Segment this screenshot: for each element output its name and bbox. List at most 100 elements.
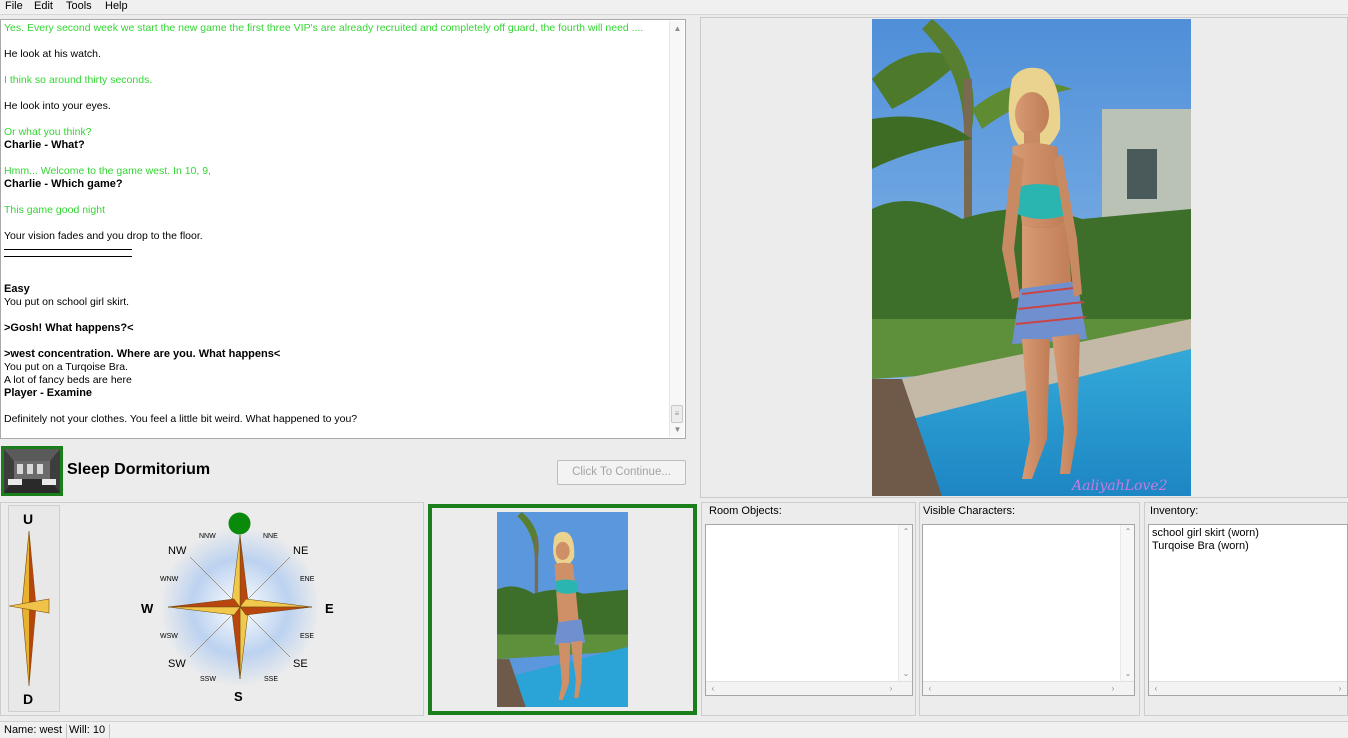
inventory-panel: Inventory: school girl skirt (worn) Turq… [1144, 502, 1348, 716]
story-text: Yes. Every second week we start the new … [4, 22, 668, 436]
story-spacer [4, 191, 668, 204]
character-picture: AaliyahLove2 [872, 19, 1191, 496]
story-spacer [4, 113, 668, 126]
story-line: >Gosh! What happens?< [4, 322, 134, 334]
location-thumbnail[interactable] [1, 446, 63, 496]
story-line: Hmm... Welcome to the game west. In 10, … [4, 165, 211, 177]
scroll-up-icon[interactable]: ⌃ [1121, 525, 1135, 539]
dormitory-image [4, 449, 60, 493]
room-objects-list[interactable]: ⌃ ⌄ ‹ › [705, 524, 913, 696]
scroll-up-icon[interactable]: ⌃ [899, 525, 913, 539]
inventory-hscroll[interactable]: ‹ › [1149, 681, 1347, 695]
story-spacer [4, 61, 668, 74]
story-line: This game good night [4, 204, 105, 216]
story-line: Charlie - What? [4, 139, 85, 151]
visible-characters-panel: Visible Characters: ⌃ ⌄ ‹ › [919, 502, 1140, 716]
story-spacer [4, 87, 668, 100]
story-divider [4, 249, 132, 250]
up-down-arrow-icon[interactable] [9, 506, 61, 713]
story-line: Player - Examine [4, 387, 93, 399]
menu-edit[interactable]: Edit [31, 0, 56, 14]
scroll-down-icon[interactable]: ⌄ [1121, 667, 1135, 681]
scroll-up-icon[interactable]: ▲ [670, 21, 685, 36]
scroll-right-icon[interactable]: › [884, 682, 898, 696]
room-objects-vscroll[interactable]: ⌃ ⌄ [898, 525, 912, 681]
scroll-thumb[interactable]: ≡ [671, 405, 683, 423]
compass-sse[interactable]: SSE [264, 676, 278, 683]
continue-button[interactable]: Click To Continue... [557, 460, 686, 485]
story-spacer [4, 217, 668, 230]
scroll-left-icon[interactable]: ‹ [706, 682, 720, 696]
story-line: You put on school girl skirt. [4, 296, 130, 308]
story-spacer [4, 270, 668, 283]
story-line: He look into your eyes. [4, 100, 111, 112]
up-down-panel: U D [8, 505, 60, 712]
story-line: Charlie - Which game? [4, 178, 123, 190]
story-line: Your vision fades and you drop to the fl… [4, 230, 203, 242]
compass-se[interactable]: SE [293, 658, 308, 670]
story-line: >west concentration. Where are you. What… [4, 348, 281, 360]
story-line: Easy [4, 283, 30, 295]
story-line: He look at his watch. [4, 48, 101, 60]
compass-wnw[interactable]: WNW [160, 576, 178, 583]
character-thumbnail [497, 512, 628, 707]
story-line: I think so around thirty seconds. [4, 74, 153, 86]
story-panel[interactable]: Yes. Every second week we start the new … [0, 19, 686, 439]
room-objects-panel: Room Objects: ⌃ ⌄ ‹ › [701, 502, 916, 716]
inventory-item[interactable]: school girl skirt (worn) [1152, 527, 1259, 539]
story-spacer [4, 35, 668, 48]
compass-ne[interactable]: NE [293, 545, 308, 557]
menu-bar: File Edit Tools Help [0, 0, 1348, 15]
story-spacer [4, 152, 668, 165]
scroll-left-icon[interactable]: ‹ [923, 682, 937, 696]
compass-nw[interactable]: NW [168, 545, 186, 557]
status-bar: Name: west Will: 10 [0, 721, 1348, 738]
scroll-down-icon[interactable]: ▼ [670, 422, 685, 437]
menu-tools[interactable]: Tools [63, 0, 95, 14]
menu-help[interactable]: Help [102, 0, 131, 14]
down-button[interactable]: D [23, 691, 33, 707]
visible-characters-title: Visible Characters: [923, 505, 1016, 517]
visible-characters-list[interactable]: ⌃ ⌄ ‹ › [922, 524, 1135, 696]
scroll-right-icon[interactable]: › [1333, 682, 1347, 696]
inventory-item[interactable]: Turqoise Bra (worn) [1152, 540, 1249, 552]
compass-s[interactable]: S [234, 689, 243, 704]
menu-file[interactable]: File [2, 0, 26, 14]
compass-ene[interactable]: ENE [300, 576, 314, 583]
story-line: You put on a Turqoise Bra. [4, 361, 128, 373]
scroll-left-icon[interactable]: ‹ [1149, 682, 1163, 696]
inventory-title: Inventory: [1150, 505, 1199, 517]
story-line: A lot of fancy beds are here [4, 374, 132, 386]
up-button[interactable]: U [23, 511, 33, 527]
status-will: Will: 10 [65, 724, 111, 738]
character-thumbnail-panel[interactable] [428, 504, 697, 715]
visible-characters-vscroll[interactable]: ⌃ ⌄ [1120, 525, 1134, 681]
compass-sw[interactable]: SW [168, 658, 186, 670]
story-scrollbar[interactable]: ▲ ≡ ▼ [669, 21, 684, 437]
visible-characters-hscroll[interactable]: ‹ › [923, 681, 1134, 695]
story-line: Yes. Every second week we start the new … [4, 22, 644, 34]
compass-wsw[interactable]: WSW [160, 633, 178, 640]
story-spacer [4, 400, 668, 413]
location-name: Sleep Dormitorium [67, 461, 211, 478]
scroll-right-icon[interactable]: › [1106, 682, 1120, 696]
compass-icon [160, 527, 320, 687]
compass-rose: S E W NE NW SE SW NNE NNW ENE WNW ESE WS… [120, 505, 360, 710]
scroll-down-icon[interactable]: ⌄ [899, 667, 913, 681]
compass-w[interactable]: W [141, 601, 153, 616]
story-line: Definitely not your clothes. You feel a … [4, 413, 358, 425]
room-objects-title: Room Objects: [709, 505, 782, 517]
north-available-icon[interactable] [228, 512, 251, 535]
pool-photo: AaliyahLove2 [872, 19, 1191, 496]
story-line: Or what you think? [4, 126, 92, 138]
story-spacer [4, 309, 668, 322]
compass-nnw[interactable]: NNW [199, 533, 216, 540]
status-name: Name: west [0, 724, 68, 738]
compass-nne[interactable]: NNE [263, 533, 278, 540]
compass-e[interactable]: E [325, 601, 334, 616]
room-objects-hscroll[interactable]: ‹ › [706, 681, 912, 695]
story-spacer [4, 257, 668, 270]
compass-ese[interactable]: ESE [300, 633, 314, 640]
inventory-list[interactable]: school girl skirt (worn) Turqoise Bra (w… [1148, 524, 1348, 696]
compass-ssw[interactable]: SSW [200, 676, 216, 683]
